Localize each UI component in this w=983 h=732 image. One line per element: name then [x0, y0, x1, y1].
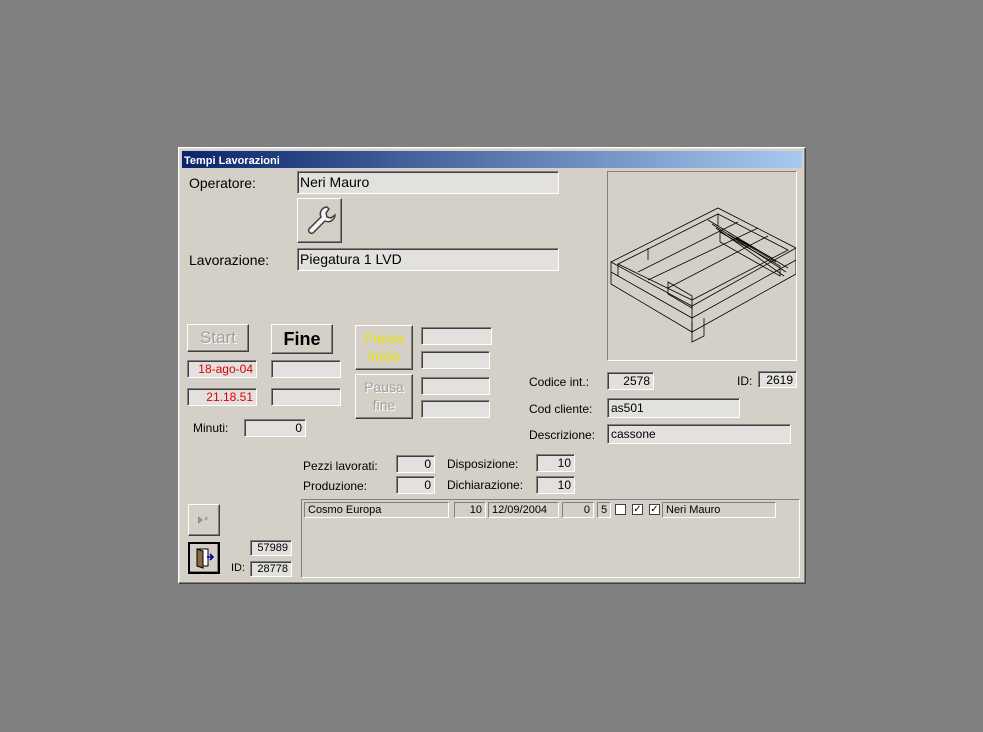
product-drawing-image — [610, 207, 797, 343]
tool-button[interactable] — [297, 198, 342, 243]
start-button[interactable]: Start — [187, 324, 249, 352]
window-title: Tempi Lavorazioni — [184, 155, 280, 167]
main-window: Tempi Lavorazioni Operatore: Neri Mauro … — [178, 147, 806, 584]
list-cell-date: 12/09/2004 — [488, 502, 559, 518]
record-id-field[interactable]: 28778 — [250, 561, 292, 577]
pausa-fine-date[interactable] — [421, 377, 490, 395]
list-cell-n1: 0 — [562, 502, 594, 518]
start-time-field[interactable]: 21.18.51 — [187, 388, 257, 406]
minutes-field[interactable]: 0 — [244, 419, 306, 437]
pausa-fine-line2: fine — [372, 397, 396, 413]
dichiarazione-label: Dichiarazione: — [447, 478, 524, 492]
pausa-fine-line1: Pausa — [364, 379, 404, 395]
pausa-inizio-line2: inizio — [368, 348, 400, 364]
pezzi-label: Pezzi lavorati: — [303, 459, 378, 473]
record-number-field[interactable]: 57989 — [250, 540, 292, 556]
work-list: Cosmo Europa 10 12/09/2004 0 5 ✓ ✓ Neri … — [301, 499, 800, 578]
end-date-field[interactable] — [271, 360, 341, 378]
list-checkbox-2[interactable]: ✓ — [632, 504, 643, 515]
new-record-button[interactable]: * — [188, 504, 220, 536]
descr-label: Descrizione: — [529, 428, 596, 442]
work-field[interactable]: Piegatura 1 LVD — [297, 248, 559, 271]
list-cell-qty: 10 — [454, 502, 486, 518]
pausa-inizio-time[interactable] — [421, 351, 490, 369]
start-date-field[interactable]: 18-ago-04 — [187, 360, 257, 378]
exit-button[interactable] — [188, 542, 220, 574]
list-checkbox-1[interactable] — [615, 504, 626, 515]
dichiarazione-field[interactable]: 10 — [536, 476, 575, 494]
work-label: Lavorazione: — [189, 252, 270, 268]
pausa-fine-time[interactable] — [421, 400, 490, 418]
operator-label: Operatore: — [189, 175, 256, 191]
produzione-label: Produzione: — [303, 479, 368, 493]
fine-button[interactable]: Fine — [271, 324, 333, 354]
produzione-field[interactable]: 0 — [396, 476, 435, 494]
cliente-label: Cod cliente: — [529, 402, 593, 416]
list-item[interactable]: Cosmo Europa 10 12/09/2004 0 5 ✓ ✓ Neri … — [304, 502, 798, 518]
list-checkbox-3[interactable]: ✓ — [649, 504, 660, 515]
wrench-icon — [307, 206, 336, 235]
title-bar: Tempi Lavorazioni — [182, 151, 802, 168]
record-id-label: ID: — [231, 562, 246, 574]
list-cell-n2: 5 — [597, 502, 611, 518]
pezzi-field[interactable]: 0 — [396, 455, 435, 473]
pausa-inizio-button[interactable]: Pausa inizio — [355, 325, 413, 370]
pausa-inizio-date[interactable] — [421, 327, 492, 345]
descr-field[interactable]: cassone — [607, 424, 791, 444]
svg-text:*: * — [204, 515, 209, 527]
product-drawing — [607, 171, 797, 361]
codice-label: Codice int.: — [529, 375, 590, 389]
list-cell-operator: Neri Mauro — [662, 502, 776, 518]
codice-field[interactable]: 2578 — [607, 372, 654, 390]
disposizione-label: Disposizione: — [447, 457, 519, 471]
operator-field[interactable]: Neri Mauro — [297, 171, 559, 194]
cliente-field[interactable]: as501 — [607, 398, 740, 418]
pausa-fine-button[interactable]: Pausa fine — [355, 374, 413, 419]
minutes-label: Minuti: — [193, 421, 229, 435]
id-field[interactable]: 2619 — [758, 371, 797, 388]
disposizione-field[interactable]: 10 — [536, 454, 575, 472]
list-cell-cliente: Cosmo Europa — [304, 502, 449, 518]
end-time-field[interactable] — [271, 388, 341, 406]
new-record-icon: * — [198, 515, 209, 527]
id-label: ID: — [737, 374, 753, 388]
exit-door-icon — [196, 548, 215, 569]
pausa-inizio-line1: Pausa — [364, 330, 404, 346]
